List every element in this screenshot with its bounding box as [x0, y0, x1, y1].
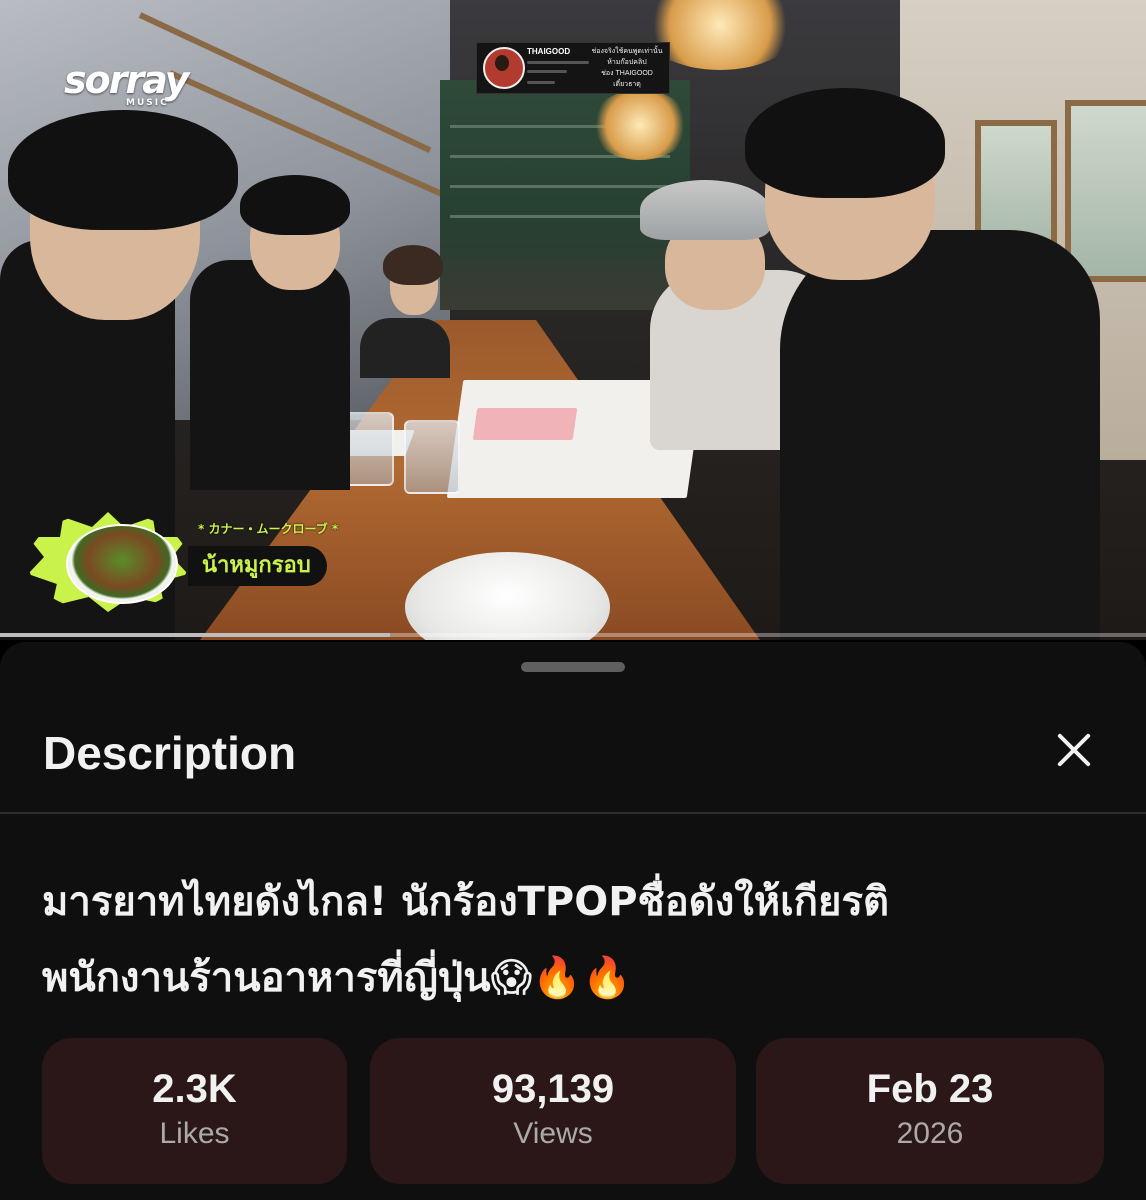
video-scene-person-hair — [8, 110, 238, 230]
video-scene-menu — [472, 408, 578, 440]
likes-count: 2.3K — [152, 1067, 237, 1111]
screen: sorray MUSIC THAIGOOD ช่องจริงใช้คนพูดเท… — [0, 0, 1146, 1200]
video-scene-window — [1065, 100, 1146, 282]
video-scene-person-hair — [383, 245, 443, 285]
video-player[interactable]: sorray MUSIC THAIGOOD ช่องจริงใช้คนพูดเท… — [0, 0, 1146, 640]
video-scene-glass — [404, 420, 460, 494]
overlay-text-placeholder — [527, 70, 567, 73]
video-title-line: มารยาทไทยดังไกล! นักร้องTPOPชื่อดังให้เก… — [42, 879, 889, 925]
overlay-text-line: ช่อง THAIGOOD — [601, 70, 653, 77]
video-scene-person — [780, 230, 1100, 640]
video-scene-person-cap — [640, 180, 770, 240]
upload-year: 2026 — [896, 1117, 964, 1150]
date-stat-card[interactable]: Feb 23 2026 — [756, 1038, 1104, 1184]
overlay-text-line: เดี๋ยวธาตุ — [613, 81, 641, 88]
overlay-channel-name: THAIGOOD — [527, 47, 571, 56]
video-title-line: พนักงานร้านอาหารที่ญี่ปุ่น😱🔥🔥 — [42, 955, 632, 1001]
channel-logo-text: sorray — [64, 58, 189, 102]
food-badge: * カナー・ムークローブ * น้าหมูกรอบ — [28, 502, 358, 612]
views-count: 93,139 — [491, 1067, 615, 1111]
channel-logo: sorray MUSIC — [64, 58, 189, 108]
video-scene-person — [190, 260, 350, 490]
channel-logo-subtext: MUSIC — [126, 98, 169, 108]
overlay-text-line: ห้ามก๊อปคลิป — [607, 59, 647, 66]
overlay-text-placeholder — [527, 81, 555, 84]
overlay-channel-text: ช่องจริงใช้คนพูดเท่านั้น ห้ามก๊อปคลิป ช่… — [591, 46, 663, 90]
views-label: Views — [513, 1117, 593, 1150]
views-stat-card[interactable]: 93,139 Views — [370, 1038, 736, 1184]
food-badge-tag: * カナー・ムークローブ * — [198, 522, 339, 536]
video-scene-person-hair — [745, 88, 945, 198]
video-scene-person — [360, 318, 450, 378]
video-scene-person-hair — [240, 175, 350, 235]
video-scene-back-shelf — [450, 185, 670, 188]
video-scene-lamp — [590, 90, 690, 160]
overlay-text-line: ช่องจริงใช้คนพูดเท่านั้น — [591, 48, 663, 55]
food-badge-name: น้าหมูกรอบ — [188, 546, 327, 586]
upload-date: Feb 23 — [866, 1067, 994, 1111]
video-scene-back-shelf — [450, 215, 670, 218]
description-sheet: Description มารยาทไทยดังไกล! นักร้องTPOP… — [0, 642, 1146, 1200]
video-stats: 2.3K Likes 93,139 Views Feb 23 2026 — [42, 1038, 1104, 1184]
sheet-divider — [0, 812, 1146, 814]
video-progress-bar[interactable] — [0, 633, 1146, 637]
food-dish-image — [66, 524, 178, 604]
sheet-drag-handle[interactable] — [521, 662, 625, 672]
sheet-title: Description — [43, 727, 297, 779]
overlay-text-placeholder — [527, 61, 589, 64]
likes-label: Likes — [159, 1117, 230, 1150]
close-icon[interactable] — [1046, 722, 1100, 776]
channel-overlay-card: THAIGOOD ช่องจริงใช้คนพูดเท่านั้น ห้ามก๊… — [476, 42, 670, 94]
video-progress-fill — [0, 633, 390, 637]
video-title: มารยาทไทยดังไกล! นักร้องTPOPชื่อดังให้เก… — [42, 864, 1062, 1016]
likes-stat-card[interactable]: 2.3K Likes — [42, 1038, 347, 1184]
channel-avatar — [483, 47, 525, 89]
